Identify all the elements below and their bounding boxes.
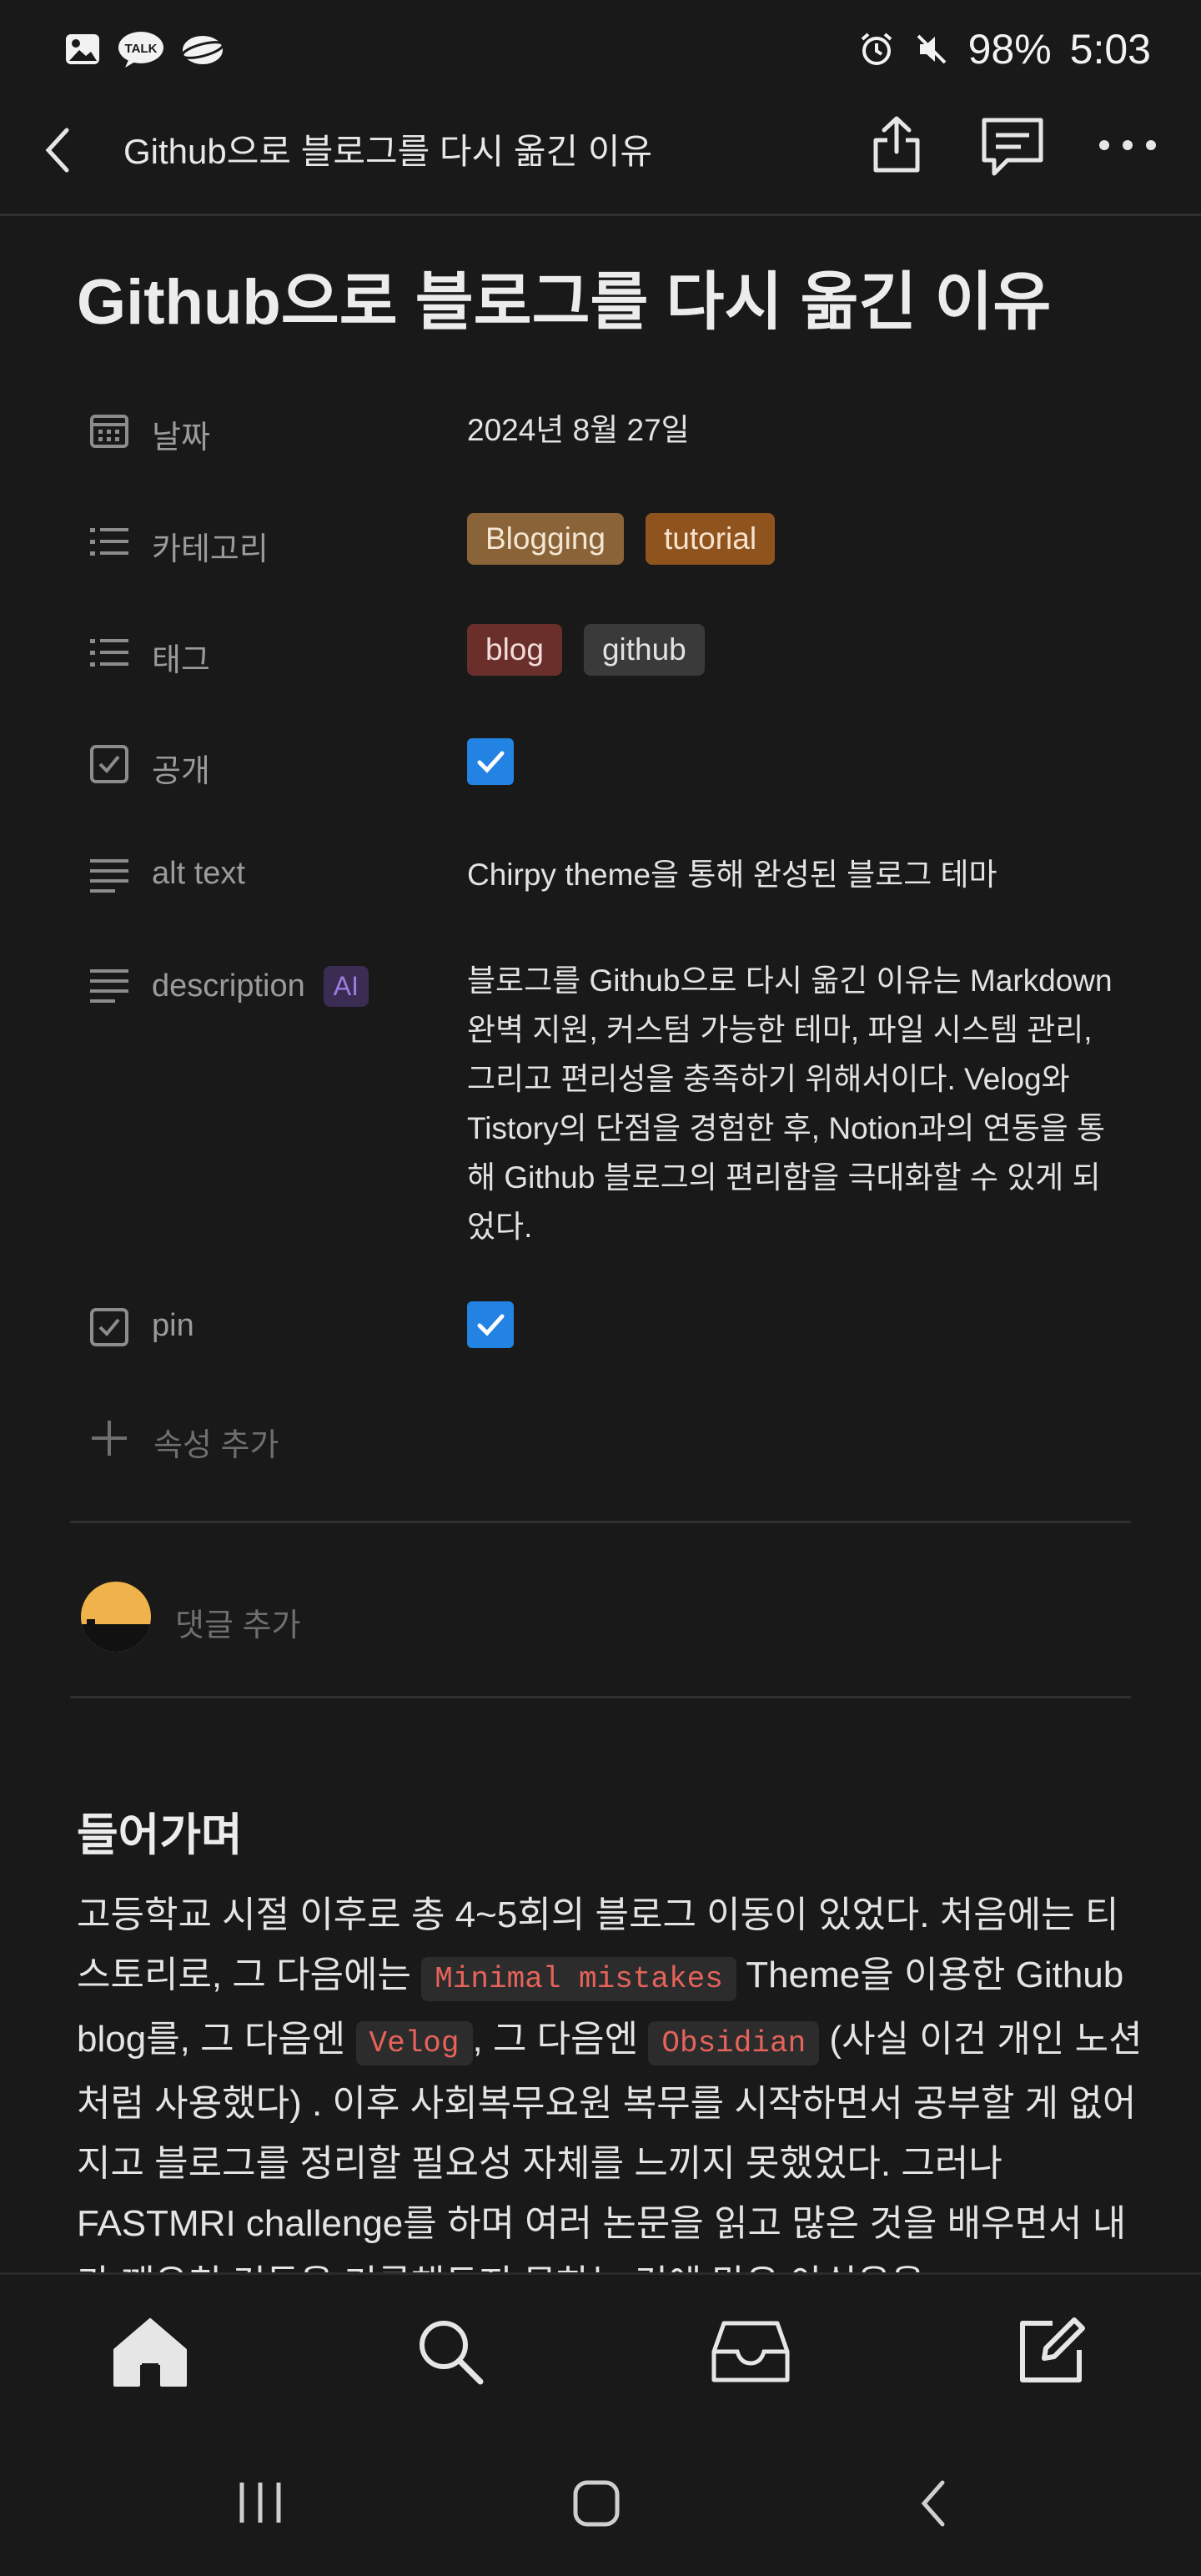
page-title: Github으로 블로그를 다시 옮긴 이유 [77,267,1052,338]
back-icon[interactable] [916,2478,951,2529]
comment-placeholder[interactable]: 댓글 추가 [175,1599,300,1645]
property-label: description AI [152,966,369,1007]
recent-apps-icon[interactable] [235,2479,285,2526]
svg-text:TALK: TALK [125,42,158,56]
search-icon[interactable] [415,2317,485,2387]
tag-blog[interactable]: blog [467,624,562,676]
system-navigation-bar [0,2419,1201,2576]
tag-blogging[interactable]: Blogging [467,513,625,565]
property-alt-text[interactable]: alt text Chirpy theme을 통해 완성된 블로그 테마 [77,849,1136,899]
property-label: 태그 [152,643,210,678]
back-arrow-icon[interactable] [40,123,77,177]
checkbox-property-icon [90,1308,128,1346]
status-right: 98% 5:03 [858,25,1151,73]
home-button-icon[interactable] [572,2479,621,2528]
add-comment-row[interactable]: 댓글 추가 [80,1581,1131,1656]
public-checkbox[interactable] [467,738,514,785]
status-bar: TALK 98% 5:03 [0,0,1201,100]
property-description[interactable]: description AI 블로그를 Github으로 다시 옮긴 이유는 M… [77,959,1136,1244]
share-icon[interactable] [867,112,926,175]
property-tags[interactable]: 태그 blog github [77,624,1136,682]
property-category[interactable]: 카테고리 Blogging tutorial [77,513,1136,571]
inline-code: Obsidian [648,2021,820,2065]
property-pin[interactable]: pin [77,1301,1136,1351]
plus-icon [92,1421,127,1456]
clock: 5:03 [1069,26,1151,73]
kakaotalk-icon: TALK [118,32,163,68]
description-value[interactable]: 블로그를 Github으로 다시 옮긴 이유는 Markdown 완벽 지원, … [467,956,1118,1251]
top-navigation-bar: Github으로 블로그를 다시 옮긴 이유 [0,100,1201,216]
paragraph-text: (사실 이건 개인 노션처럼 사용했다) . 이후 사회복무요원 복무를 시작하… [77,2019,1143,2304]
comment-icon[interactable] [979,115,1046,179]
property-public[interactable]: 공개 [77,738,1136,789]
add-property-button[interactable]: 속성 추가 [77,1414,1136,1464]
section-heading: 들어가며 [77,1810,243,1860]
cloud-app-icon [181,36,224,64]
divider [70,1696,1131,1698]
more-icon[interactable] [1096,137,1159,153]
status-left-icons: TALK [63,30,225,68]
ai-badge[interactable]: AI [323,966,369,1007]
tag-github[interactable]: github [583,624,705,676]
calendar-icon [90,415,128,448]
category-tags[interactable]: Blogging tutorial [467,513,796,565]
description-label: description [152,969,305,1004]
mute-icon [917,34,947,64]
paragraph-text: , 그 다음엔 [472,2019,649,2060]
property-label: alt text [152,856,245,891]
home-icon[interactable] [112,2317,188,2388]
compose-icon[interactable] [1016,2315,1088,2387]
nav-title: Github으로 블로그를 다시 옮긴 이유 [123,132,653,171]
paragraph: 고등학교 시절 이후로 총 4~5회의 블로그 이동이 있었다. 처음에는 티스… [77,1885,1144,2314]
date-value[interactable]: 2024년 8월 27일 [467,405,690,450]
property-label: 날짜 [152,420,210,455]
alarm-icon [861,33,892,65]
checkbox-property-icon [90,745,128,783]
avatar [81,1582,151,1652]
property-label: 카테고리 [152,532,269,567]
tag-list[interactable]: blog github [467,624,726,676]
pin-checkbox[interactable] [467,1301,514,1348]
add-property-label: 속성 추가 [153,1428,279,1463]
inline-code: Velog [355,2021,473,2065]
property-date[interactable]: 날짜 2024년 8월 27일 [77,405,1136,455]
bottom-tab-bar [0,2272,1201,2422]
gallery-icon [66,34,99,64]
property-label: pin [152,1308,194,1343]
inline-code: Minimal mistakes [421,1957,736,2001]
list-icon [90,639,128,667]
divider [70,1521,1131,1523]
alt-text-value[interactable]: Chirpy theme을 통해 완성된 블로그 테마 [467,849,997,894]
checkmark-icon [477,1314,505,1336]
list-icon [90,528,128,556]
property-label: 공개 [152,754,210,789]
tag-tutorial[interactable]: tutorial [646,513,776,565]
text-lines-icon [90,859,128,893]
inbox-icon[interactable] [711,2318,791,2385]
checkmark-icon [477,751,505,773]
battery-level: 98% [967,26,1052,73]
text-lines-icon [90,969,128,1003]
